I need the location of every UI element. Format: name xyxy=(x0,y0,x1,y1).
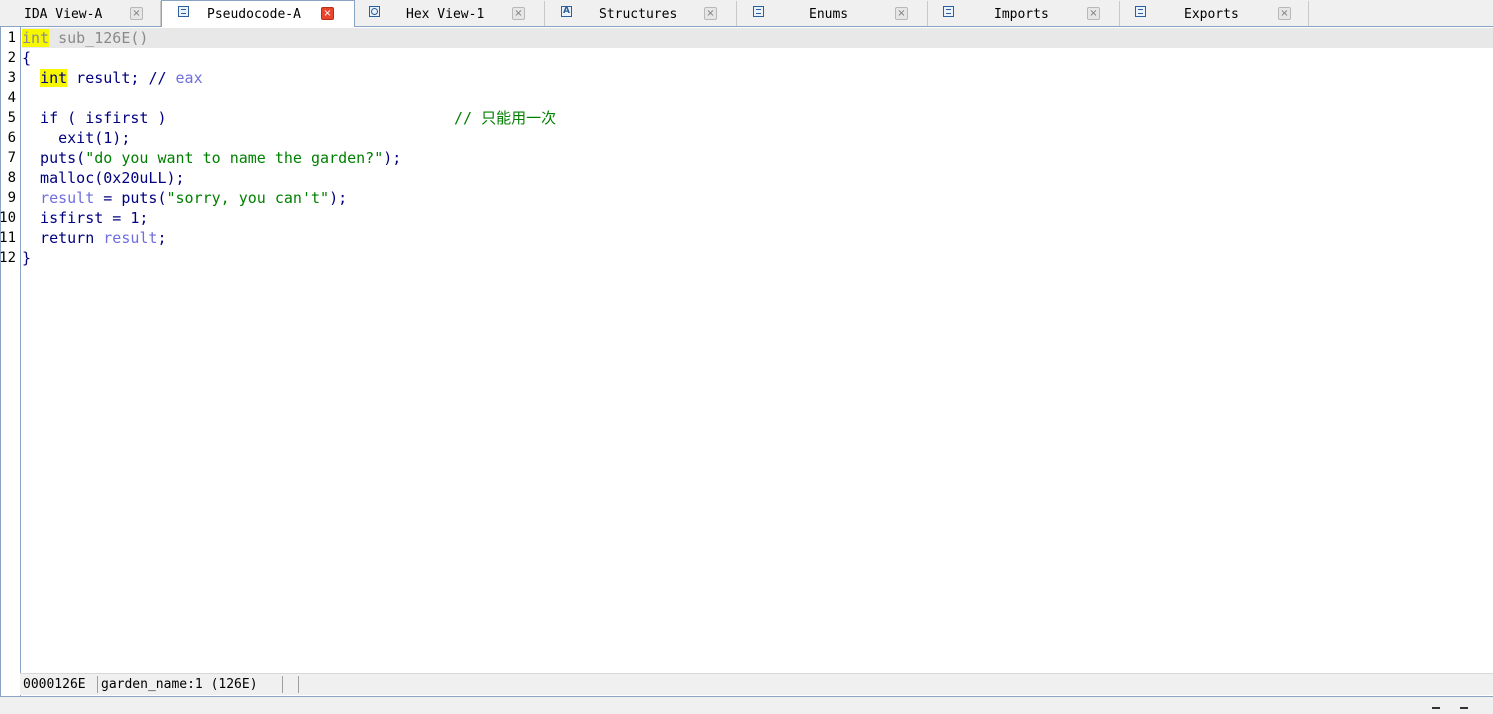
call-end: ); xyxy=(383,149,402,167)
code-line-function-signature[interactable]: int sub_126E() xyxy=(22,28,1493,48)
code-line-exit[interactable]: exit(1); xyxy=(22,128,130,148)
code-line-assign[interactable]: isfirst = 1; xyxy=(22,208,148,228)
hex-view-icon xyxy=(369,6,380,17)
function-name[interactable]: sub_126E() xyxy=(49,29,148,47)
code-line-return[interactable]: return result; xyxy=(22,228,167,248)
structures-icon xyxy=(561,6,572,17)
register-comment: eax xyxy=(166,69,203,87)
tab-imports[interactable]: Imports × xyxy=(928,1,1120,26)
tab-label: Pseudocode-A xyxy=(207,7,301,22)
tab-structures[interactable]: Structures × xyxy=(545,1,737,26)
restore-icon[interactable] xyxy=(1460,707,1468,709)
tab-hex-view-1[interactable]: Hex View-1 × xyxy=(355,1,545,26)
type-keyword[interactable]: int xyxy=(40,69,68,87)
ida-window: IDA View-A × Pseudocode-A × Hex View-1 ×… xyxy=(0,0,1493,714)
return-keyword[interactable]: return xyxy=(22,229,103,247)
code-comment: // 只能用一次 xyxy=(454,108,556,128)
local-variable[interactable]: result xyxy=(103,229,157,247)
close-icon[interactable]: × xyxy=(1087,7,1100,20)
status-divider xyxy=(97,676,98,693)
tab-label: Exports xyxy=(1184,7,1239,22)
close-icon[interactable]: × xyxy=(512,7,525,20)
line-number: 4 xyxy=(7,90,16,106)
code-line-declaration[interactable]: int result; // eax xyxy=(22,68,203,88)
line-number: 3 xyxy=(7,70,16,86)
call-text[interactable]: = puts( xyxy=(94,189,166,207)
code-line-close-brace[interactable]: } xyxy=(22,248,31,268)
type-keyword[interactable]: int xyxy=(22,29,50,47)
code-line-malloc[interactable]: malloc(0x20uLL); xyxy=(22,168,185,188)
line-number: 8 xyxy=(7,170,16,186)
line-number: 7 xyxy=(7,150,16,166)
line-number: 2 xyxy=(7,50,16,66)
line-number: 12 xyxy=(0,250,16,266)
call-text[interactable]: puts( xyxy=(22,149,85,167)
exports-icon xyxy=(1135,6,1146,17)
line-number: 5 xyxy=(7,110,16,126)
tab-label: Enums xyxy=(809,7,849,22)
line-number: 6 xyxy=(7,130,16,146)
statement-end: ; xyxy=(157,229,167,247)
bottom-strip xyxy=(0,696,1493,714)
status-address: 0000126E xyxy=(23,677,86,692)
close-icon[interactable]: × xyxy=(321,7,334,20)
tab-label: IDA View-A xyxy=(24,7,103,22)
minimize-icon[interactable] xyxy=(1432,707,1440,709)
local-variable[interactable]: result xyxy=(40,189,94,207)
status-divider xyxy=(282,676,283,693)
tab-enums[interactable]: Enums × xyxy=(737,1,928,26)
close-icon[interactable]: × xyxy=(1278,7,1291,20)
close-icon[interactable]: × xyxy=(895,7,908,20)
declaration-text[interactable]: result; xyxy=(67,69,148,87)
string-literal[interactable]: "sorry, you can't" xyxy=(167,189,330,207)
line-number: 1 xyxy=(7,30,16,46)
status-bar: 0000126E garden_name:1 (126E) xyxy=(20,673,1493,695)
close-icon[interactable]: × xyxy=(704,7,717,20)
string-literal[interactable]: "do you want to name the garden?" xyxy=(85,149,383,167)
tab-label: Hex View-1 xyxy=(406,7,485,22)
line-number: 9 xyxy=(7,190,16,206)
call-end: ); xyxy=(329,189,348,207)
if-statement[interactable]: if ( isfirst ) xyxy=(22,109,166,127)
status-location: garden_name:1 (126E) xyxy=(101,677,258,692)
tab-exports[interactable]: Exports × xyxy=(1120,1,1309,26)
code-line-puts-2[interactable]: result = puts("sorry, you can't"); xyxy=(22,188,347,208)
line-number: 11 xyxy=(0,230,16,246)
line-number-gutter: 1 2 3 4 5 6 7 8 9 10 11 12 xyxy=(0,27,21,696)
comment-slashes: // xyxy=(148,69,167,87)
code-line-puts-1[interactable]: puts("do you want to name the garden?"); xyxy=(22,148,401,168)
status-divider xyxy=(298,676,299,693)
tab-ida-view-a[interactable]: IDA View-A × xyxy=(0,1,161,26)
close-icon[interactable]: × xyxy=(130,7,143,20)
tab-bar: IDA View-A × Pseudocode-A × Hex View-1 ×… xyxy=(0,0,1493,27)
comment-text: // 只能用一次 xyxy=(454,109,557,127)
line-number: 10 xyxy=(0,210,16,226)
tab-label: Imports xyxy=(994,7,1049,22)
pseudocode-icon xyxy=(178,6,189,17)
code-line-if[interactable]: if ( isfirst ) xyxy=(22,108,166,128)
pseudocode-editor[interactable]: 1 2 3 4 5 6 7 8 9 10 11 12 int sub_126E(… xyxy=(0,27,1493,696)
tab-pseudocode-a[interactable]: Pseudocode-A × xyxy=(161,0,355,27)
code-line-open-brace[interactable]: { xyxy=(22,48,31,68)
imports-icon xyxy=(943,6,954,17)
enums-icon xyxy=(753,6,764,17)
tab-label: Structures xyxy=(599,7,678,22)
